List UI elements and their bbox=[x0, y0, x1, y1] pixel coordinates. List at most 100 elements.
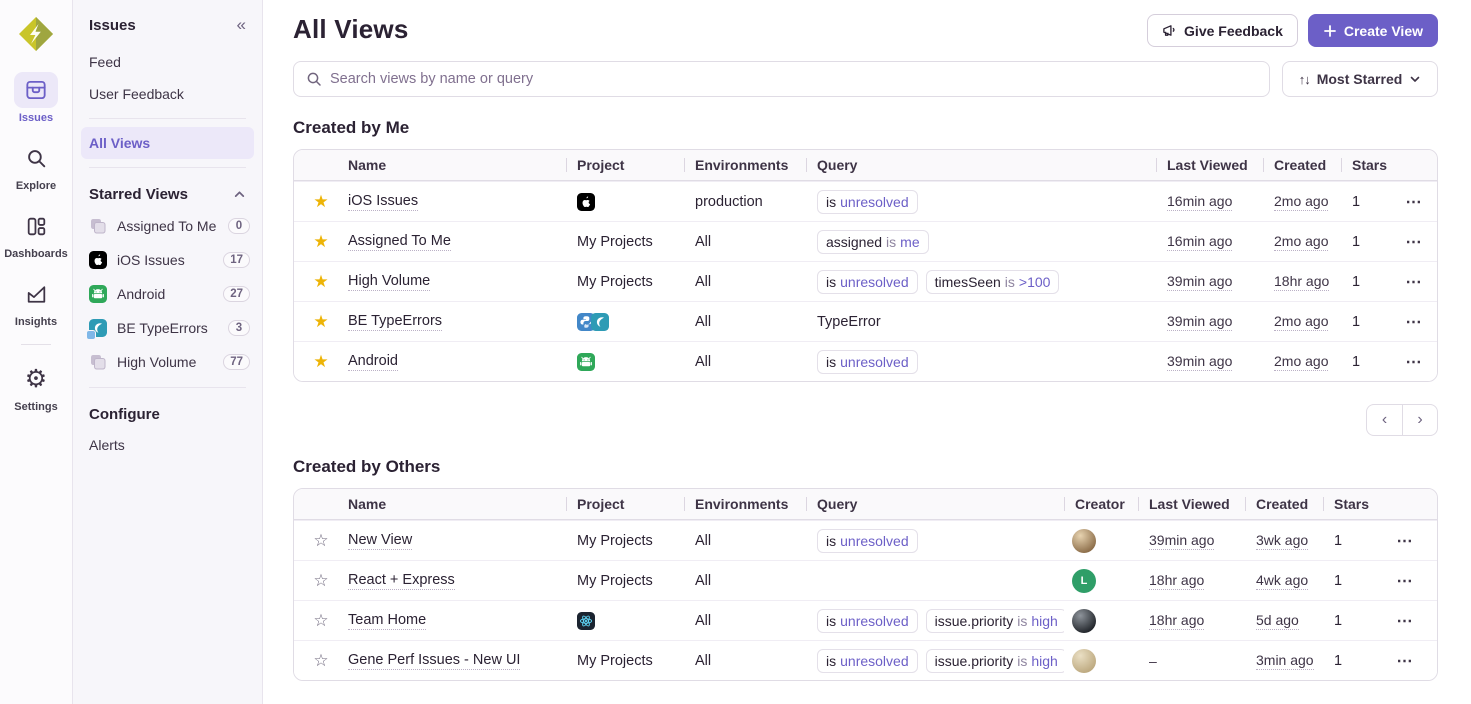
sort-label: Most Starred bbox=[1317, 71, 1403, 87]
sidebar-item-user-feedback[interactable]: User Feedback bbox=[73, 78, 262, 110]
query-chip: assignedisme bbox=[817, 230, 929, 254]
sidebar-divider bbox=[89, 118, 246, 119]
table-row[interactable]: ★BE TypeErrorsAllTypeError39min ago2mo a… bbox=[294, 301, 1437, 341]
star-toggle[interactable]: ☆ bbox=[311, 650, 330, 671]
sort-button[interactable]: ↑↓ Most Starred bbox=[1282, 61, 1438, 97]
row-menu-button[interactable]: ⋯ bbox=[1406, 352, 1423, 372]
create-view-button[interactable]: Create View bbox=[1308, 14, 1438, 47]
sidebar-item-alerts[interactable]: Alerts bbox=[73, 429, 262, 461]
query-chip: isunresolved bbox=[817, 529, 918, 553]
rail-item-issues[interactable]: Issues bbox=[0, 72, 72, 124]
table-row[interactable]: ★AndroidAllisunresolved39min ago2mo ago1… bbox=[294, 341, 1437, 381]
row-menu-button[interactable]: ⋯ bbox=[1406, 232, 1423, 252]
row-menu-button[interactable]: ⋯ bbox=[1397, 531, 1414, 551]
table-row[interactable]: ☆New ViewMy ProjectsAllisunresolved39min… bbox=[294, 520, 1437, 560]
chevron-up-icon bbox=[233, 188, 246, 201]
query-token: timesSeen bbox=[935, 274, 1001, 290]
query-text: TypeError bbox=[817, 314, 881, 330]
column-header-query: Query bbox=[806, 496, 1064, 512]
view-name-link[interactable]: BE TypeErrors bbox=[348, 313, 442, 331]
rail-item-dashboards[interactable]: Dashboards bbox=[0, 208, 72, 260]
row-menu-button[interactable]: ⋯ bbox=[1397, 611, 1414, 631]
rail-item-label: Insights bbox=[15, 316, 57, 328]
sidebar-title: Issues bbox=[89, 17, 136, 34]
query-token: is bbox=[826, 274, 836, 290]
starred-views-label: Starred Views bbox=[89, 186, 188, 203]
created-value: 4wk ago bbox=[1256, 572, 1308, 590]
view-name-link[interactable]: Assigned To Me bbox=[348, 233, 451, 251]
starred-view-ios-issues[interactable]: iOS Issues17 bbox=[73, 243, 262, 277]
view-name-link[interactable]: Android bbox=[348, 353, 398, 371]
star-toggle[interactable]: ★ bbox=[311, 191, 330, 212]
environments-value: All bbox=[695, 573, 711, 589]
created-value: 3wk ago bbox=[1256, 532, 1308, 550]
table-row[interactable]: ★Assigned To MeMy ProjectsAllassignedism… bbox=[294, 221, 1437, 261]
row-menu-button[interactable]: ⋯ bbox=[1397, 651, 1414, 671]
stars-count: 1 bbox=[1352, 314, 1360, 330]
project-label: My Projects bbox=[577, 274, 653, 290]
view-name-link[interactable]: Gene Perf Issues - New UI bbox=[348, 652, 520, 670]
starred-view-be-typeerrors[interactable]: BE TypeErrors3 bbox=[73, 311, 262, 345]
app-root: Issues Explore Dashboards Insights ⚙Settings… bbox=[0, 0, 1471, 704]
star-toggle[interactable]: ★ bbox=[311, 231, 330, 252]
teal-swirl-project-icon bbox=[591, 313, 609, 331]
table-row[interactable]: ☆Gene Perf Issues - New UIMy ProjectsAll… bbox=[294, 640, 1437, 680]
rail-item-explore[interactable]: Explore bbox=[0, 140, 72, 192]
query-token: is bbox=[826, 194, 836, 210]
environments-value: All bbox=[695, 613, 711, 629]
view-name-link[interactable]: New View bbox=[348, 532, 412, 550]
view-name-link[interactable]: iOS Issues bbox=[348, 193, 418, 211]
view-name-link[interactable]: React + Express bbox=[348, 572, 455, 590]
starred-view-assigned-to-me[interactable]: Assigned To Me0 bbox=[73, 209, 262, 243]
table-row[interactable]: ☆React + ExpressMy ProjectsAllL18hr ago4… bbox=[294, 560, 1437, 600]
sidebar-item-feed[interactable]: Feed bbox=[73, 46, 262, 78]
last-viewed-value: 18hr ago bbox=[1149, 572, 1204, 590]
column-header-environments: Environments bbox=[684, 157, 806, 173]
query-chip: isunresolved bbox=[817, 350, 918, 374]
search-input[interactable] bbox=[330, 71, 1257, 87]
starred-view-label: High Volume bbox=[117, 354, 213, 370]
starred-view-android[interactable]: Android27 bbox=[73, 277, 262, 311]
column-header-last-viewed: Last Viewed bbox=[1156, 157, 1263, 173]
created-value: 2mo ago bbox=[1274, 193, 1328, 211]
stars-count: 1 bbox=[1352, 354, 1360, 370]
row-menu-button[interactable]: ⋯ bbox=[1406, 192, 1423, 212]
table-row[interactable]: ★iOS Issuesproductionisunresolved16min a… bbox=[294, 181, 1437, 221]
star-toggle[interactable]: ☆ bbox=[311, 610, 330, 631]
rail-divider bbox=[21, 344, 51, 345]
star-toggle[interactable]: ☆ bbox=[311, 570, 330, 591]
table-row[interactable]: ★High VolumeMy ProjectsAllisunresolvedti… bbox=[294, 261, 1437, 301]
query-token: is bbox=[826, 533, 836, 549]
sentry-logo[interactable] bbox=[13, 10, 59, 58]
last-viewed-value: – bbox=[1149, 653, 1157, 669]
rail-item-settings[interactable]: ⚙Settings bbox=[0, 361, 72, 413]
page-title: All Views bbox=[293, 14, 409, 45]
collapse-sidebar-icon[interactable]: « bbox=[237, 15, 246, 35]
row-menu-button[interactable]: ⋯ bbox=[1397, 571, 1414, 591]
star-toggle[interactable]: ☆ bbox=[311, 530, 330, 551]
sidebar-item-all-views[interactable]: All Views bbox=[81, 127, 254, 159]
starred-view-high-volume[interactable]: High Volume77 bbox=[73, 345, 262, 379]
star-toggle[interactable]: ★ bbox=[311, 351, 330, 372]
row-menu-button[interactable]: ⋯ bbox=[1406, 312, 1423, 332]
query-token: is bbox=[1017, 613, 1027, 629]
next-page-button[interactable]: › bbox=[1402, 404, 1438, 436]
rail-item-insights[interactable]: Insights bbox=[0, 276, 72, 328]
table-row[interactable]: ☆Team HomeAllisunresolvedissue.priorityi… bbox=[294, 600, 1437, 640]
row-menu-button[interactable]: ⋯ bbox=[1406, 272, 1423, 292]
gear-icon: ⚙ bbox=[25, 367, 47, 392]
query-token: high bbox=[1031, 653, 1057, 669]
views-table: NameProjectEnvironmentsQueryLast ViewedC… bbox=[293, 149, 1438, 382]
star-toggle[interactable]: ★ bbox=[311, 271, 330, 292]
column-header-project: Project bbox=[566, 496, 684, 512]
view-name-link[interactable]: Team Home bbox=[348, 612, 426, 630]
starred-views-header[interactable]: Starred Views bbox=[73, 176, 262, 209]
view-name-link[interactable]: High Volume bbox=[348, 273, 430, 291]
project-label: My Projects bbox=[577, 653, 653, 669]
last-viewed-value: 18hr ago bbox=[1149, 612, 1204, 630]
give-feedback-button[interactable]: Give Feedback bbox=[1147, 14, 1298, 47]
star-toggle[interactable]: ★ bbox=[311, 311, 330, 332]
query-token: assigned bbox=[826, 234, 882, 250]
prev-page-button[interactable]: ‹ bbox=[1366, 404, 1402, 436]
button-label: Give Feedback bbox=[1184, 23, 1283, 39]
